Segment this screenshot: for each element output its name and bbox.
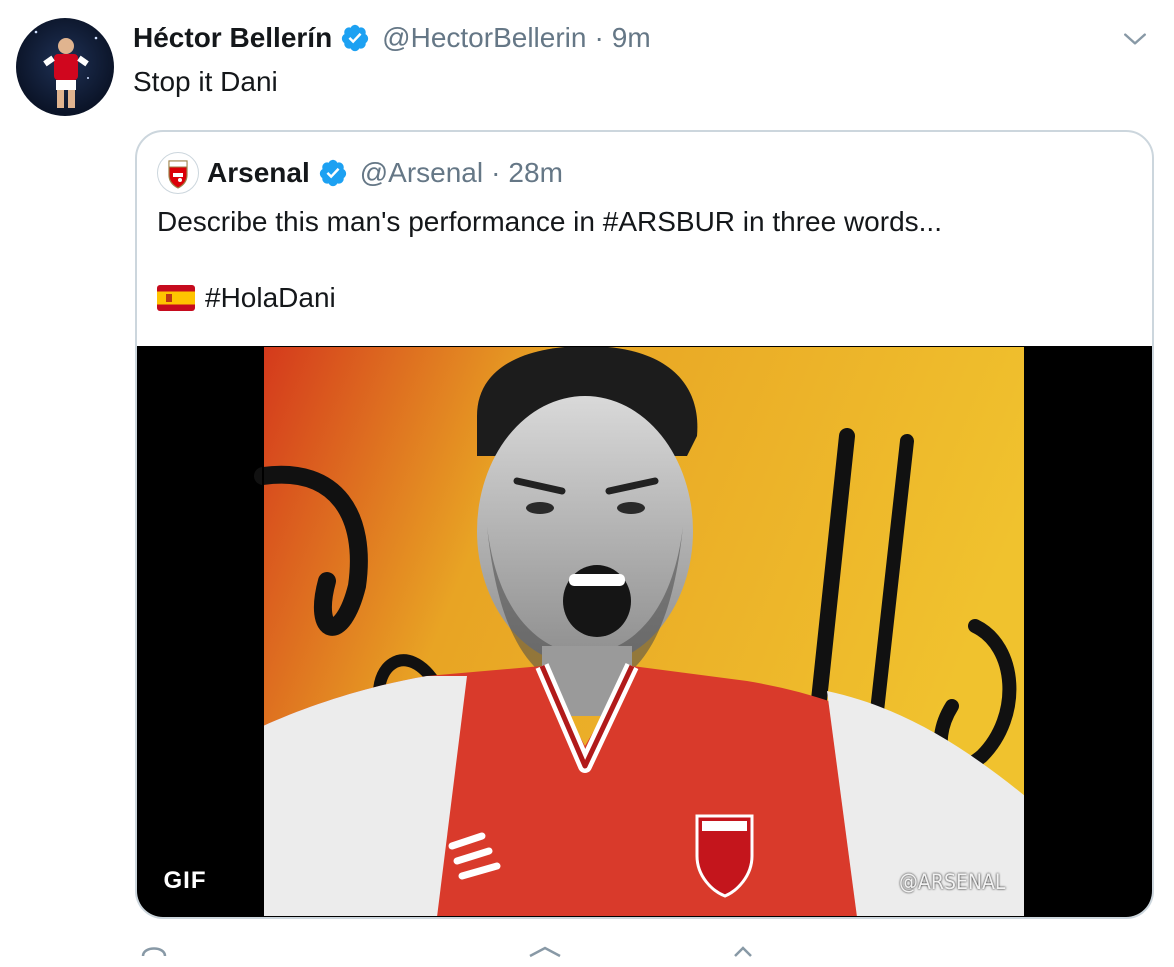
- verified-badge-icon: [319, 159, 346, 187]
- quoted-author-avatar[interactable]: [157, 152, 199, 194]
- tweet-text: Stop it Dani: [133, 66, 278, 97]
- tweet-actions: [135, 942, 895, 962]
- author-avatar[interactable]: [16, 18, 114, 116]
- quoted-hashtag-line: #HolaDani: [157, 280, 336, 316]
- like-icon: [734, 946, 752, 957]
- quoted-author-name[interactable]: Arsenal: [207, 157, 310, 189]
- gif-media[interactable]: GIF @ARSENAL: [137, 345, 1152, 917]
- chevron-down-icon[interactable]: [1122, 26, 1148, 52]
- gif-badge: GIF: [153, 861, 217, 901]
- verified-badge-icon: [342, 24, 369, 52]
- reply-icon: [141, 947, 167, 957]
- quoted-header: Arsenal @Arsenal · 28m: [207, 154, 563, 192]
- timestamp[interactable]: 9m: [612, 22, 651, 54]
- author-name[interactable]: Héctor Bellerín: [133, 22, 332, 54]
- quoted-timestamp[interactable]: 28m: [508, 157, 562, 189]
- separator: ·: [594, 22, 604, 53]
- quoted-text: Describe this man's performance in #ARSB…: [157, 206, 942, 237]
- hashtag-link[interactable]: #HolaDani: [205, 280, 336, 316]
- media-watermark: @ARSENAL: [899, 870, 1006, 894]
- gif-frame: [254, 345, 1026, 917]
- tweet-header: Héctor Bellerín @HectorBellerin · 9m: [133, 20, 651, 56]
- retweet-icon: [529, 946, 561, 958]
- separator: ·: [491, 157, 501, 188]
- spain-flag-icon: [157, 285, 195, 311]
- quoted-author-handle[interactable]: @Arsenal: [360, 157, 483, 189]
- author-handle[interactable]: @HectorBellerin: [382, 22, 586, 54]
- quoted-tweet[interactable]: Arsenal @Arsenal · 28m Describe this man…: [135, 130, 1154, 919]
